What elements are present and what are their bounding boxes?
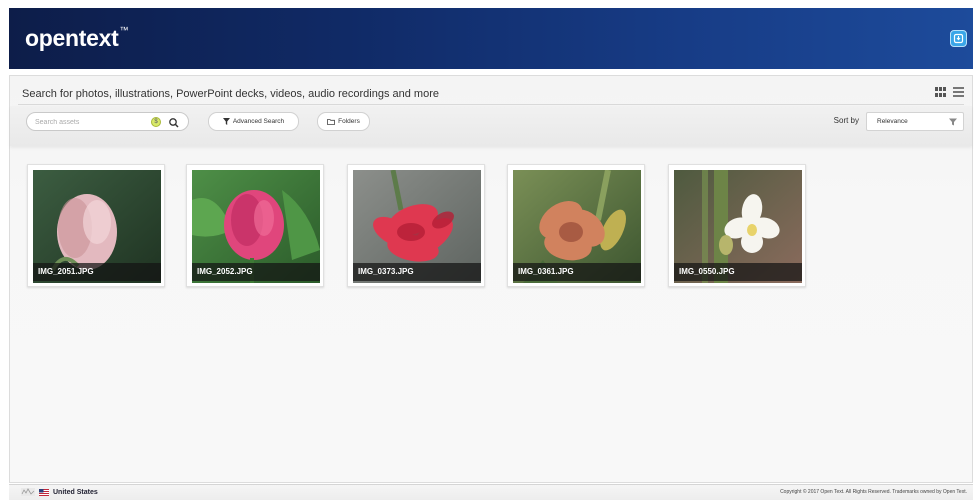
opentext-logo[interactable]: opentext™: [25, 25, 128, 52]
asset-card[interactable]: IMG_2051.JPG: [27, 164, 165, 287]
advanced-search-label: Advanced Search: [232, 118, 285, 125]
content-panel: Search for photos, illustrations, PowerP…: [9, 75, 973, 483]
asset-filename: IMG_0361.JPG: [513, 263, 641, 281]
folders-label: Folders: [338, 118, 360, 125]
search-heading: Search for photos, illustrations, PowerP…: [22, 88, 439, 100]
sort-select[interactable]: Relevance: [866, 112, 964, 131]
footer-bar: United States Copyright © 2017 Open Text…: [9, 484, 973, 500]
asset-filename: IMG_2051.JPG: [33, 263, 161, 281]
app-frame: opentext™ Search for photos, illustratio…: [0, 0, 974, 500]
logo-text: opentext: [25, 25, 119, 51]
sort-by-label: Sort by: [833, 116, 859, 125]
asset-filename: IMG_2052.JPG: [192, 263, 320, 281]
folder-icon: [327, 119, 336, 125]
top-header: opentext™: [9, 8, 973, 69]
copyright-text: Copyright © 2017 Open Text. All Rights R…: [780, 489, 967, 495]
us-flag-icon: [39, 488, 49, 496]
list-view-icon[interactable]: [952, 86, 964, 98]
filter-icon: [222, 118, 230, 125]
search-toolbar: $ Advanced Search Folders: [10, 106, 972, 146]
search-box: $: [26, 112, 189, 131]
dropdown-filter-icon: [949, 118, 957, 126]
logo-trademark: ™: [119, 25, 129, 35]
asset-card[interactable]: IMG_0373.JPG: [347, 164, 485, 287]
advanced-search-button[interactable]: Advanced Search: [208, 112, 299, 131]
view-toggle: [934, 86, 964, 98]
folders-button[interactable]: Folders: [317, 112, 370, 131]
asset-card[interactable]: IMG_0361.JPG: [507, 164, 645, 287]
asset-card[interactable]: IMG_0550.JPG: [668, 164, 806, 287]
asset-card[interactable]: IMG_2052.JPG: [186, 164, 324, 287]
asset-filename: IMG_0373.JPG: [353, 263, 481, 281]
search-input[interactable]: [35, 116, 140, 128]
sort-selected-value: Relevance: [877, 118, 908, 125]
globe-icon: [21, 488, 35, 496]
title-divider: [18, 104, 964, 105]
download-icon[interactable]: [950, 30, 967, 47]
grid-view-icon[interactable]: [934, 86, 946, 98]
asset-filename: IMG_0550.JPG: [674, 263, 802, 281]
region-selector[interactable]: United States: [21, 488, 98, 496]
currency-badge-icon[interactable]: $: [151, 117, 161, 127]
search-icon[interactable]: [168, 116, 180, 128]
region-label: United States: [53, 488, 98, 496]
